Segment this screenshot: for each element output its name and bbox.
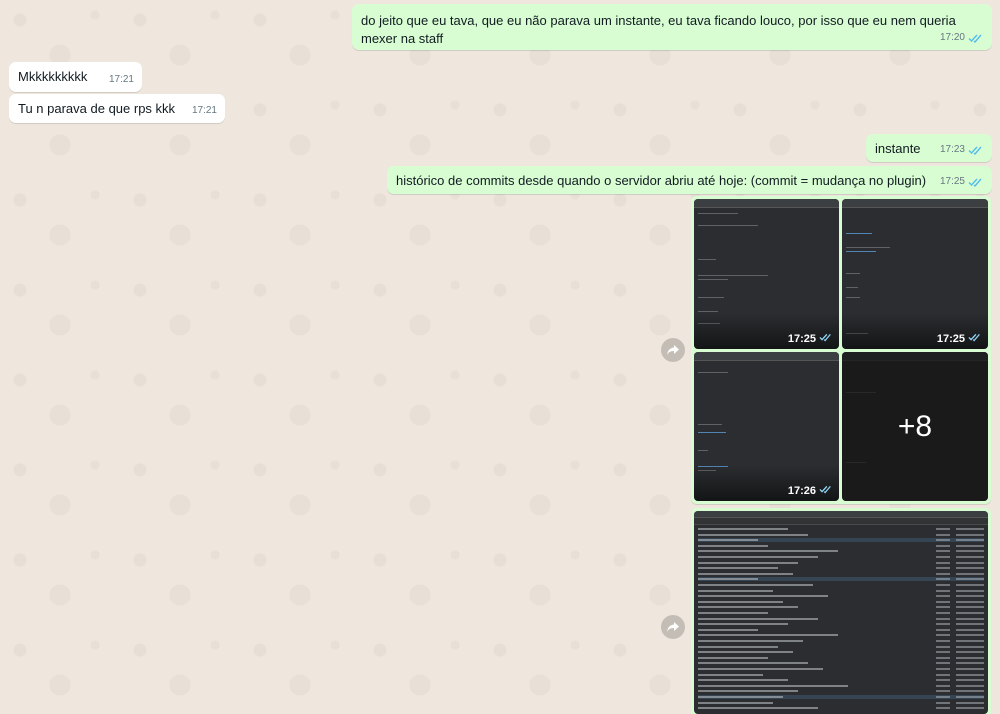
double-check-icon (968, 145, 984, 155)
commit-row (698, 577, 984, 582)
commit-row (698, 594, 984, 598)
more-images-overlay[interactable]: +8 (842, 352, 988, 501)
ide-toolbar (694, 511, 988, 518)
double-check-icon (819, 484, 833, 497)
message-meta: 17:21 (109, 71, 134, 89)
message-time: 17:23 (939, 144, 965, 155)
double-check-icon (968, 33, 984, 43)
image-thumbnail-more[interactable]: +8 (842, 352, 988, 501)
commit-row (698, 661, 984, 665)
commit-row (698, 706, 984, 710)
message-text: histórico de commits desde quando o serv… (396, 173, 927, 188)
message-meta: 17:23 (940, 141, 984, 159)
ide-toolbar (694, 352, 839, 361)
commit-row (698, 645, 984, 649)
commit-row (698, 678, 984, 682)
image-message[interactable] (691, 508, 991, 714)
thumbnail-meta: 17:25 (937, 332, 982, 345)
forward-icon[interactable] (661, 338, 685, 362)
commit-row (698, 538, 984, 543)
message-text: Mkkkkkkkkk (18, 69, 88, 84)
commit-row (698, 656, 984, 660)
message-time: 17:21 (108, 74, 134, 85)
commit-row (698, 622, 984, 626)
commit-row (698, 533, 984, 537)
message-bubble-outgoing[interactable]: histórico de commits desde quando o serv… (387, 166, 992, 194)
image-thumbnail[interactable]: 17:26 (694, 352, 839, 501)
commit-row (698, 628, 984, 632)
ide-toolbar (694, 199, 839, 208)
commit-row (698, 600, 984, 604)
double-check-icon (968, 332, 982, 345)
message-text: instante (875, 141, 921, 156)
message-time: 17:20 (939, 32, 965, 43)
thumbnail-time: 17:25 (936, 332, 965, 345)
image-thumbnail[interactable] (694, 511, 988, 714)
message-bubble-outgoing[interactable]: do jeito que eu tava, que eu não parava … (352, 4, 992, 50)
message-meta: 17:21 (192, 102, 217, 120)
message-time: 17:25 (939, 176, 965, 187)
message-meta: 17:25 (940, 173, 984, 191)
message-bubble-outgoing[interactable]: instante 17:23 (866, 134, 992, 162)
message-bubble-incoming[interactable]: Mkkkkkkkkk 17:21 (9, 62, 142, 92)
media-album[interactable]: 17:25 17:25 17:26 +8 (691, 196, 991, 504)
image-thumbnail[interactable]: 17:25 (842, 199, 988, 349)
commit-row (698, 605, 984, 609)
message-text: do jeito que eu tava, que eu não parava … (361, 13, 956, 46)
commit-row (698, 544, 984, 548)
commit-row (698, 527, 984, 531)
commit-row (698, 561, 984, 565)
more-images-count: +8 (897, 409, 933, 443)
commit-row (698, 633, 984, 637)
commit-row (698, 701, 984, 705)
commit-row (698, 617, 984, 621)
commit-row (698, 650, 984, 654)
double-check-icon (968, 177, 984, 187)
thumbnail-time: 17:26 (787, 484, 816, 497)
commit-row (698, 689, 984, 693)
commit-row (698, 566, 984, 570)
commit-row (698, 572, 984, 576)
thumbnail-time: 17:25 (787, 332, 816, 345)
message-bubble-incoming[interactable]: Tu n parava de que rps kkk 17:21 (9, 94, 225, 123)
commit-row (698, 684, 984, 688)
ide-toolbar (842, 199, 988, 208)
double-check-icon (819, 332, 833, 345)
ide-filter-bar (694, 518, 988, 525)
message-meta: 17:20 (940, 29, 984, 47)
commit-row (698, 555, 984, 559)
forward-icon[interactable] (661, 615, 685, 639)
commit-row (698, 673, 984, 677)
thumbnail-meta: 17:26 (788, 484, 833, 497)
message-time: 17:21 (191, 105, 217, 116)
commit-row (698, 589, 984, 593)
commit-row (698, 549, 984, 553)
commit-row (698, 667, 984, 671)
thumbnail-meta: 17:25 (788, 332, 833, 345)
message-text: Tu n parava de que rps kkk (18, 101, 176, 116)
image-thumbnail[interactable]: 17:25 (694, 199, 839, 349)
commit-row (698, 583, 984, 587)
commit-row (698, 695, 984, 699)
commit-row (698, 639, 984, 643)
commit-row (698, 611, 984, 615)
